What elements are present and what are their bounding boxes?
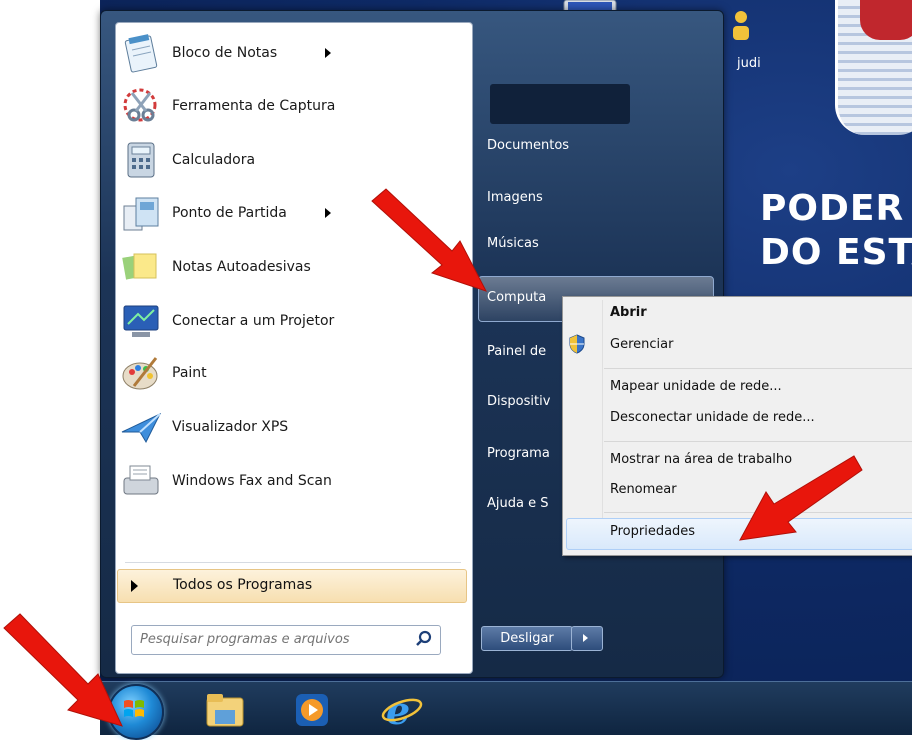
start-link-devices[interactable]: Dispositiv <box>487 394 550 409</box>
sticky-notes-icon <box>122 253 157 280</box>
menu-item-rename[interactable]: Renomear <box>610 482 677 497</box>
menu-divider <box>604 441 912 442</box>
annotation-arrow-properties <box>739 455 863 541</box>
menu-divider <box>604 368 912 369</box>
desktop-icon-label[interactable]: judi <box>737 56 761 71</box>
submenu-arrow-icon[interactable] <box>325 48 331 58</box>
annotation-arrow-computer <box>371 188 488 292</box>
program-item-fax-scan[interactable]: Windows Fax and Scan <box>120 456 460 506</box>
xps-viewer-icon <box>121 412 162 444</box>
program-label: Windows Fax and Scan <box>172 473 332 489</box>
program-label: Bloco de Notas <box>172 45 278 61</box>
media-player-icon[interactable] <box>290 688 334 732</box>
programs-divider <box>125 562 461 563</box>
program-item-notepad[interactable]: Bloco de Notas <box>120 28 460 78</box>
start-link-default-programs[interactable]: Programa <box>487 446 550 461</box>
user-name-box[interactable] <box>490 84 630 124</box>
getting-started-icon <box>123 197 159 231</box>
start-link-images[interactable]: Imagens <box>487 190 543 205</box>
menu-item-disconnect-drive[interactable]: Desconectar unidade de rede... <box>610 410 815 425</box>
program-label: Paint <box>172 365 207 381</box>
file-explorer-icon[interactable] <box>203 688 247 732</box>
program-item-snipping-tool[interactable]: Ferramenta de Captura <box>120 81 460 131</box>
start-link-computer[interactable]: Computa <box>487 290 546 305</box>
program-label: Calculadora <box>172 152 256 168</box>
fax-scan-icon <box>123 465 159 495</box>
user-folder-icon[interactable] <box>730 8 752 42</box>
program-item-calculator[interactable]: Calculadora <box>120 135 460 185</box>
menu-item-map-drive[interactable]: Mapear unidade de rede... <box>610 379 782 394</box>
menu-item-manage[interactable]: Gerenciar <box>610 337 673 352</box>
context-menu-gutter <box>602 300 603 550</box>
uac-shield-icon <box>569 334 585 354</box>
program-label: Notas Autoadesivas <box>172 259 311 275</box>
shutdown-button[interactable]: Desligar <box>481 626 573 651</box>
wallpaper-text-line1: PODER <box>760 188 905 229</box>
program-item-xps-viewer[interactable]: Visualizador XPS <box>120 402 460 452</box>
submenu-arrow-icon[interactable] <box>325 208 331 218</box>
svg-text:e: e <box>386 688 410 732</box>
calculator-icon <box>127 142 155 178</box>
program-label: Ferramenta de Captura <box>172 98 336 114</box>
annotation-arrow-start <box>3 613 123 727</box>
program-item-paint[interactable]: Paint <box>120 348 460 398</box>
start-link-control-panel[interactable]: Painel de <box>487 344 546 359</box>
start-link-help[interactable]: Ajuda e S <box>487 496 548 511</box>
snipping-tool-icon <box>123 88 157 122</box>
program-label: Ponto de Partida <box>172 205 287 221</box>
all-programs-arrow-icon <box>131 580 138 592</box>
shutdown-options-button[interactable] <box>571 626 603 651</box>
menu-item-open[interactable]: Abrir <box>610 305 647 320</box>
start-link-music[interactable]: Músicas <box>487 236 539 251</box>
notepad-icon <box>124 34 158 73</box>
projector-icon <box>123 305 159 337</box>
start-link-documents[interactable]: Documentos <box>487 138 569 153</box>
all-programs-label: Todos os Programas <box>173 577 313 593</box>
menu-item-properties[interactable]: Propriedades <box>610 524 695 539</box>
program-label: Conectar a um Projetor <box>172 313 335 329</box>
internet-explorer-icon[interactable]: e <box>380 688 424 732</box>
wallpaper-emblem-top <box>860 0 912 40</box>
program-label: Visualizador XPS <box>172 419 289 435</box>
wallpaper-text-line2: DO ESTA <box>760 232 912 273</box>
search-icon[interactable] <box>414 629 434 649</box>
program-item-projector[interactable]: Conectar a um Projetor <box>120 296 460 346</box>
search-input[interactable] <box>140 630 400 648</box>
paint-icon <box>122 357 158 390</box>
